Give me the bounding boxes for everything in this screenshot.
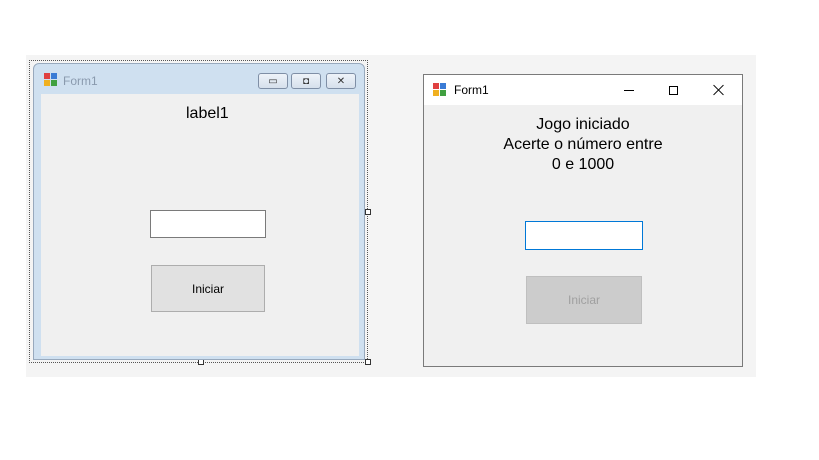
designer-iniciar-button[interactable]: Iniciar [151, 265, 265, 312]
maximize-icon[interactable] [651, 75, 696, 105]
running-title-bar[interactable]: Form1 [424, 75, 742, 105]
minimize-icon[interactable] [606, 75, 651, 105]
designer-client-area: label1 Iniciar [41, 94, 359, 356]
resize-handle-corner[interactable] [365, 359, 371, 365]
guess-input[interactable] [525, 221, 643, 250]
form-app-icon [433, 83, 447, 97]
designer-window-title: Form1 [63, 74, 98, 88]
close-icon[interactable] [696, 75, 741, 105]
resize-handle-right[interactable] [365, 209, 371, 215]
label1[interactable]: label1 [186, 105, 229, 123]
designer-title-bar[interactable]: Form1 ▭ ◘ ✕ [34, 64, 364, 94]
message-line-2: Acerte o número entre [503, 136, 663, 153]
minimize-icon[interactable]: ▭ [258, 73, 288, 89]
close-icon[interactable]: ✕ [326, 73, 356, 89]
message-line-1: Jogo iniciado [536, 116, 630, 133]
designer-form-window[interactable]: Form1 ▭ ◘ ✕ label1 Iniciar [33, 63, 365, 360]
iniciar-button-disabled[interactable]: Iniciar [526, 276, 642, 324]
form-app-icon [44, 73, 58, 87]
running-window-title: Form1 [454, 83, 489, 97]
running-form-window[interactable]: Form1 Jogo iniciado Acerte o número entr… [423, 74, 743, 367]
restore-icon[interactable]: ◘ [291, 73, 321, 89]
message-line-3: 0 e 1000 [551, 156, 615, 173]
designer-textbox[interactable] [150, 210, 266, 238]
